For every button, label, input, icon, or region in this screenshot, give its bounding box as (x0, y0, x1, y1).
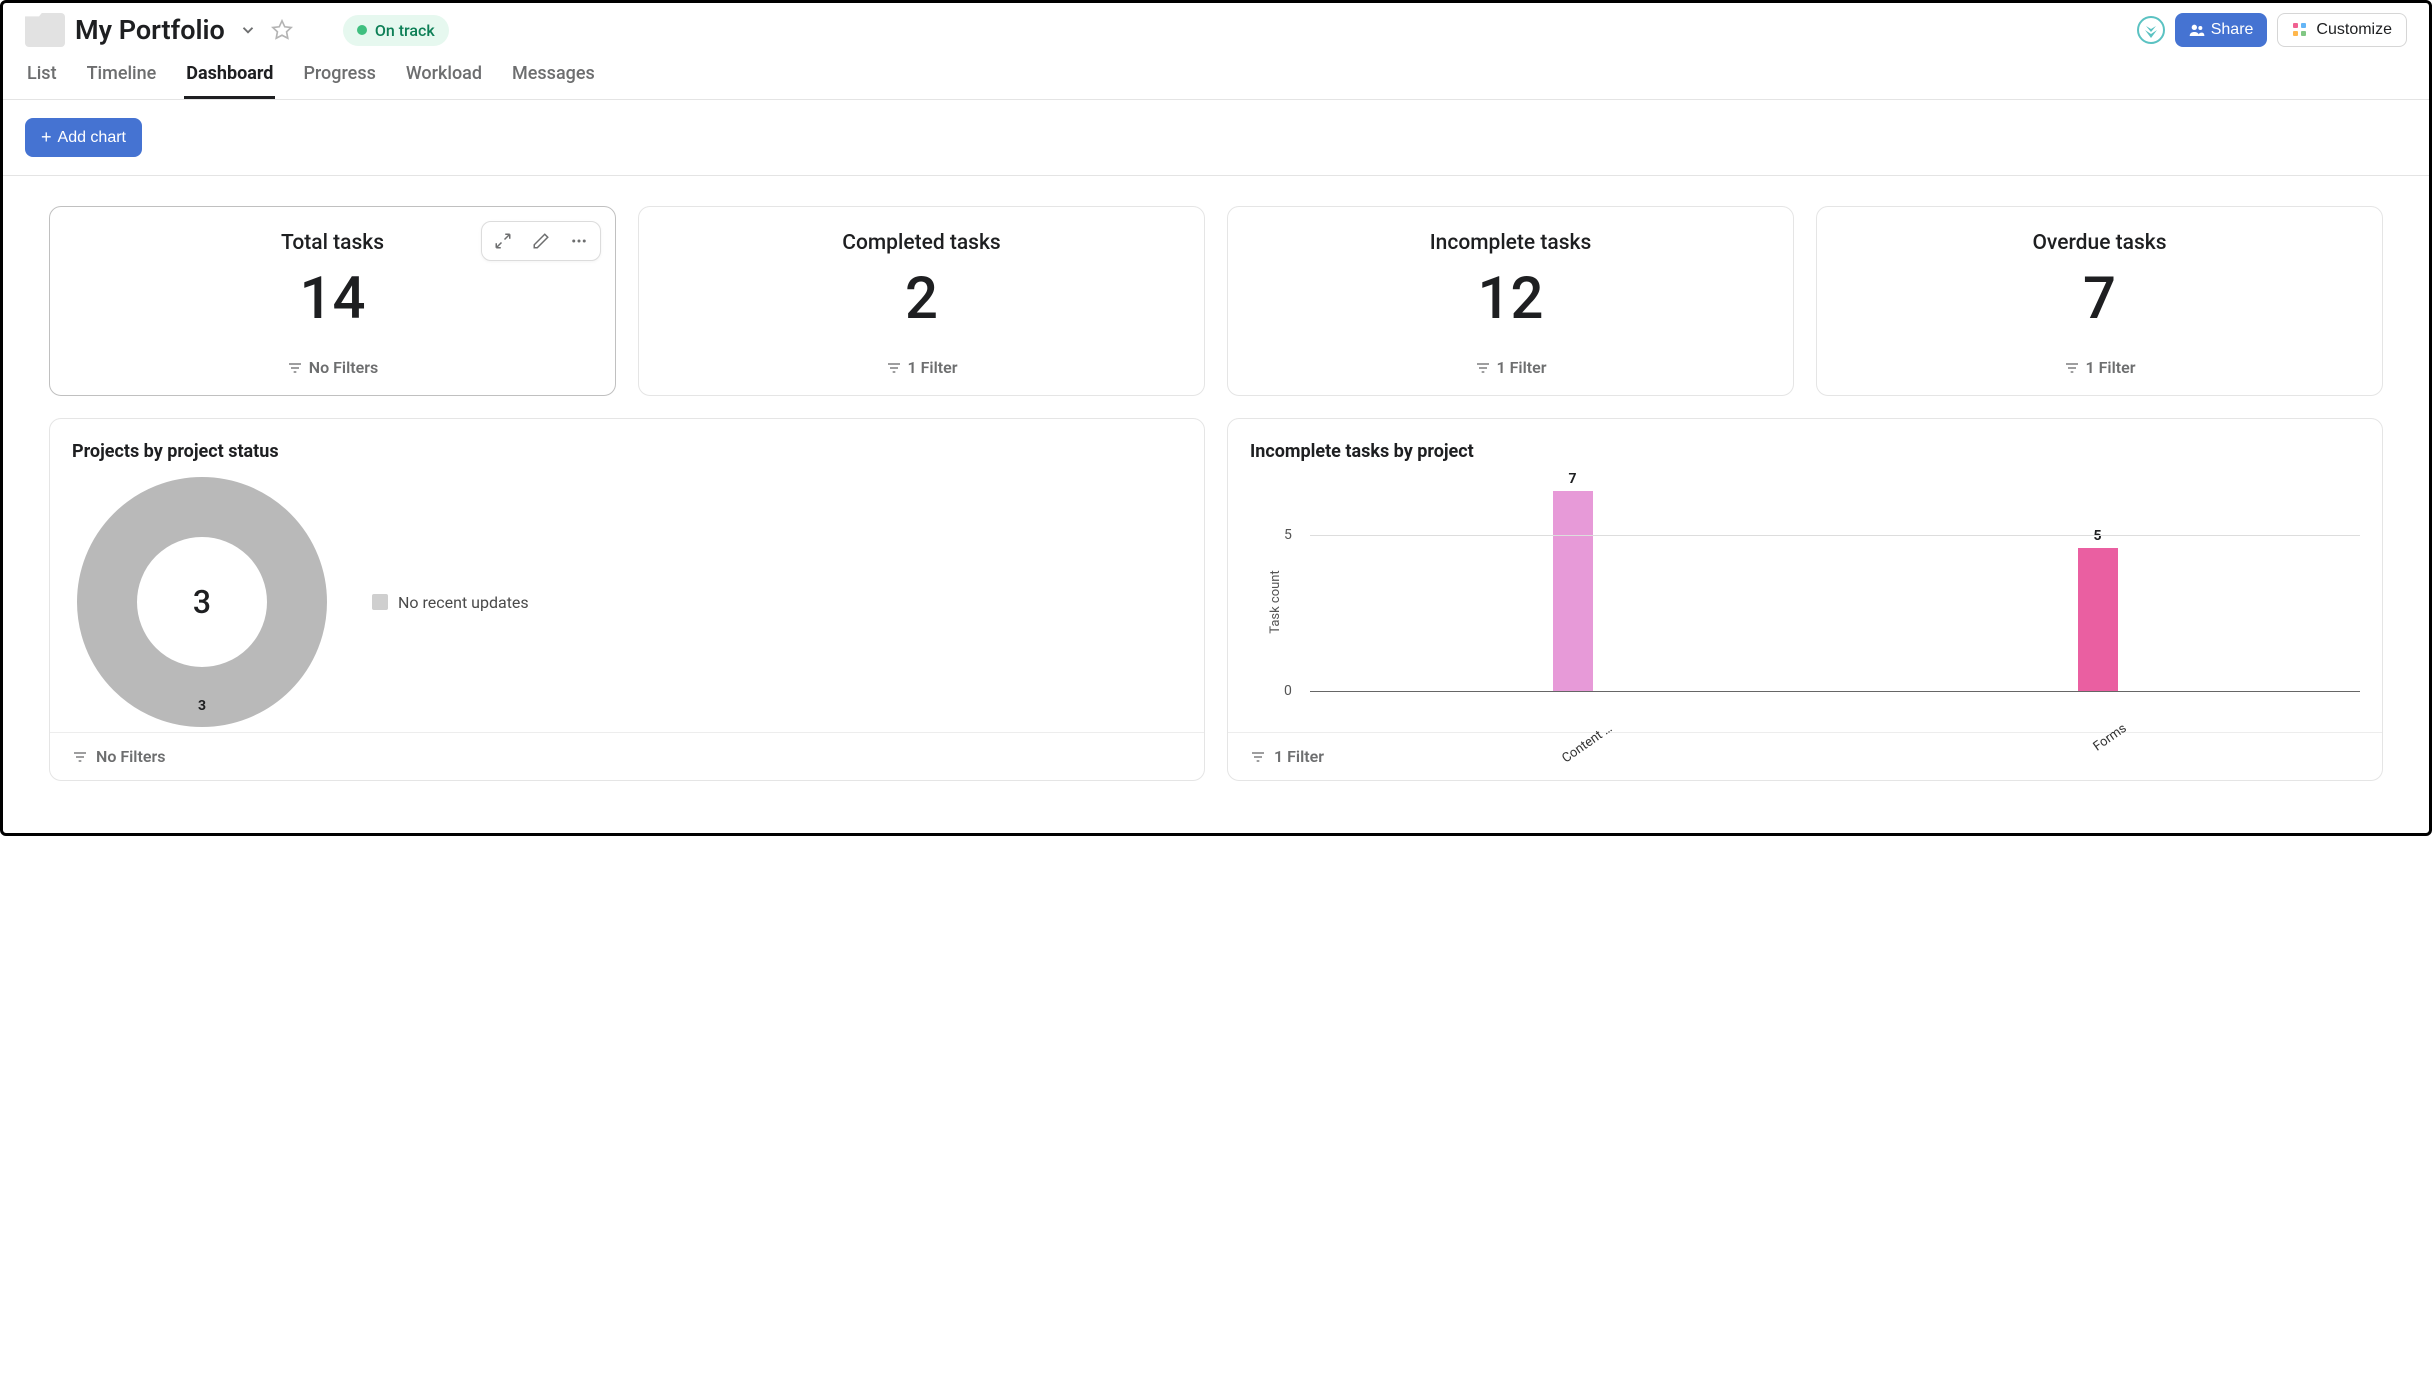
bar (2078, 548, 2118, 691)
edit-button[interactable] (522, 226, 560, 256)
bar-group: 5 (2068, 528, 2128, 691)
legend-label: No recent updates (398, 593, 529, 612)
filter-label: 1 Filter (908, 358, 958, 377)
filter-label: 1 Filter (1497, 358, 1547, 377)
tab-dashboard[interactable]: Dashboard (184, 57, 275, 99)
bar-plot: 75 05 (1310, 472, 2360, 692)
donut-segment-label: 3 (198, 698, 206, 714)
share-button[interactable]: Share (2175, 13, 2268, 47)
portfolio-title: My Portfolio (75, 14, 225, 46)
status-pill[interactable]: On track (343, 15, 449, 46)
stat-card-filter[interactable]: 1 Filter (2064, 358, 2136, 377)
nav-tabs: List Timeline Dashboard Progress Workload Mes… (3, 47, 2429, 100)
title-row: My Portfolio On track (25, 13, 449, 47)
stat-card-title: Completed tasks (842, 231, 1001, 255)
filter-icon (287, 360, 303, 376)
chart-cards-row: Projects by project status 3 3 No recent… (49, 418, 2383, 781)
filter-icon (72, 749, 88, 765)
people-icon (2189, 22, 2205, 38)
stat-card-title: Total tasks (281, 231, 384, 255)
bar-filter-label: 1 Filter (1274, 747, 1324, 766)
gridline (1310, 535, 2360, 536)
tab-workload[interactable]: Workload (404, 57, 484, 99)
filter-icon (886, 360, 902, 376)
card-hover-actions (481, 221, 601, 261)
grid-icon (2292, 22, 2308, 38)
bar-y-axis-label: Task count (1268, 570, 1283, 633)
favorite-button[interactable] (271, 19, 293, 41)
stat-card-value: 12 (1478, 265, 1544, 333)
donut-chart-card[interactable]: Projects by project status 3 3 No recent… (49, 418, 1205, 781)
bar (1553, 491, 1593, 691)
add-chart-label: Add chart (58, 129, 126, 147)
filter-icon (1475, 360, 1491, 376)
tab-timeline[interactable]: Timeline (85, 57, 159, 99)
bar-chart-title: Incomplete tasks by project (1250, 441, 2360, 462)
chevron-down-icon (239, 21, 257, 39)
plus-icon: + (41, 127, 52, 148)
status-label: On track (375, 21, 435, 40)
stat-card-title: Overdue tasks (2032, 231, 2166, 255)
stat-card-value: 2 (905, 265, 938, 333)
bar-chart-card[interactable]: Incomplete tasks by project Task count 7… (1227, 418, 2383, 781)
stat-card-value: 14 (300, 265, 366, 333)
bar-chart-area: Task count 75 05 Content …Forms (1250, 472, 2360, 732)
header-actions: Share Customize (2137, 13, 2407, 47)
star-icon (271, 19, 293, 41)
share-label: Share (2211, 21, 2254, 39)
stat-card-filter[interactable]: 1 Filter (886, 358, 958, 377)
filter-icon (1250, 749, 1266, 765)
stat-card-title: Incomplete tasks (1430, 231, 1592, 255)
expand-button[interactable] (484, 226, 522, 256)
donut-chart-title: Projects by project status (72, 441, 1182, 462)
app-window: My Portfolio On track Share (0, 0, 2432, 836)
stat-card-filter[interactable]: No Filters (287, 358, 378, 377)
dashboard-toolbar: + Add chart (3, 100, 2429, 176)
stat-card-2[interactable]: Incomplete tasks 12 1 Filter (1227, 206, 1794, 396)
add-chart-button[interactable]: + Add chart (25, 118, 142, 157)
topbar: My Portfolio On track Share (3, 3, 2429, 47)
legend-color-swatch (372, 594, 388, 610)
donut-center-value: 3 (193, 583, 211, 621)
bar-x-labels: Content …Forms (1310, 721, 2360, 736)
more-button[interactable] (560, 226, 598, 256)
tab-progress[interactable]: Progress (301, 57, 377, 99)
filter-icon (2064, 360, 2080, 376)
stat-card-1[interactable]: Completed tasks 2 1 Filter (638, 206, 1205, 396)
app-logo-icon[interactable] (2137, 16, 2165, 44)
bar-card-footer[interactable]: 1 Filter (1228, 732, 2382, 780)
bar-group: 7 (1543, 471, 1603, 691)
donut-legend-item: No recent updates (372, 593, 529, 612)
stat-cards-row: Total tasks 14 No Filters Completed tasks 2 1… (49, 206, 2383, 396)
donut-body: 3 3 No recent updates (72, 472, 1182, 732)
y-tick: 0 (1284, 683, 1292, 699)
filter-label: No Filters (309, 358, 378, 377)
expand-icon (494, 232, 512, 250)
pencil-icon (532, 232, 550, 250)
bar-value-label: 7 (1568, 471, 1576, 487)
donut-card-footer[interactable]: No Filters (50, 732, 1204, 780)
stat-card-0[interactable]: Total tasks 14 No Filters (49, 206, 616, 396)
folder-icon (25, 13, 65, 47)
stat-card-value: 7 (2083, 265, 2116, 333)
filter-label: 1 Filter (2086, 358, 2136, 377)
bar-value-label: 5 (2093, 528, 2101, 544)
dashboard-content: Total tasks 14 No Filters Completed tasks 2 1… (3, 176, 2429, 833)
customize-label: Customize (2316, 21, 2392, 39)
bars-container: 75 (1310, 472, 2360, 691)
donut-chart: 3 3 (72, 472, 332, 732)
customize-button[interactable]: Customize (2277, 13, 2407, 47)
status-dot-icon (357, 25, 367, 35)
more-icon (570, 232, 588, 250)
donut-filter-label: No Filters (96, 747, 165, 766)
y-tick: 5 (1284, 527, 1292, 543)
stat-card-3[interactable]: Overdue tasks 7 1 Filter (1816, 206, 2383, 396)
stat-card-filter[interactable]: 1 Filter (1475, 358, 1547, 377)
tab-list[interactable]: List (25, 57, 59, 99)
tab-messages[interactable]: Messages (510, 57, 597, 99)
title-dropdown-button[interactable] (235, 19, 261, 41)
